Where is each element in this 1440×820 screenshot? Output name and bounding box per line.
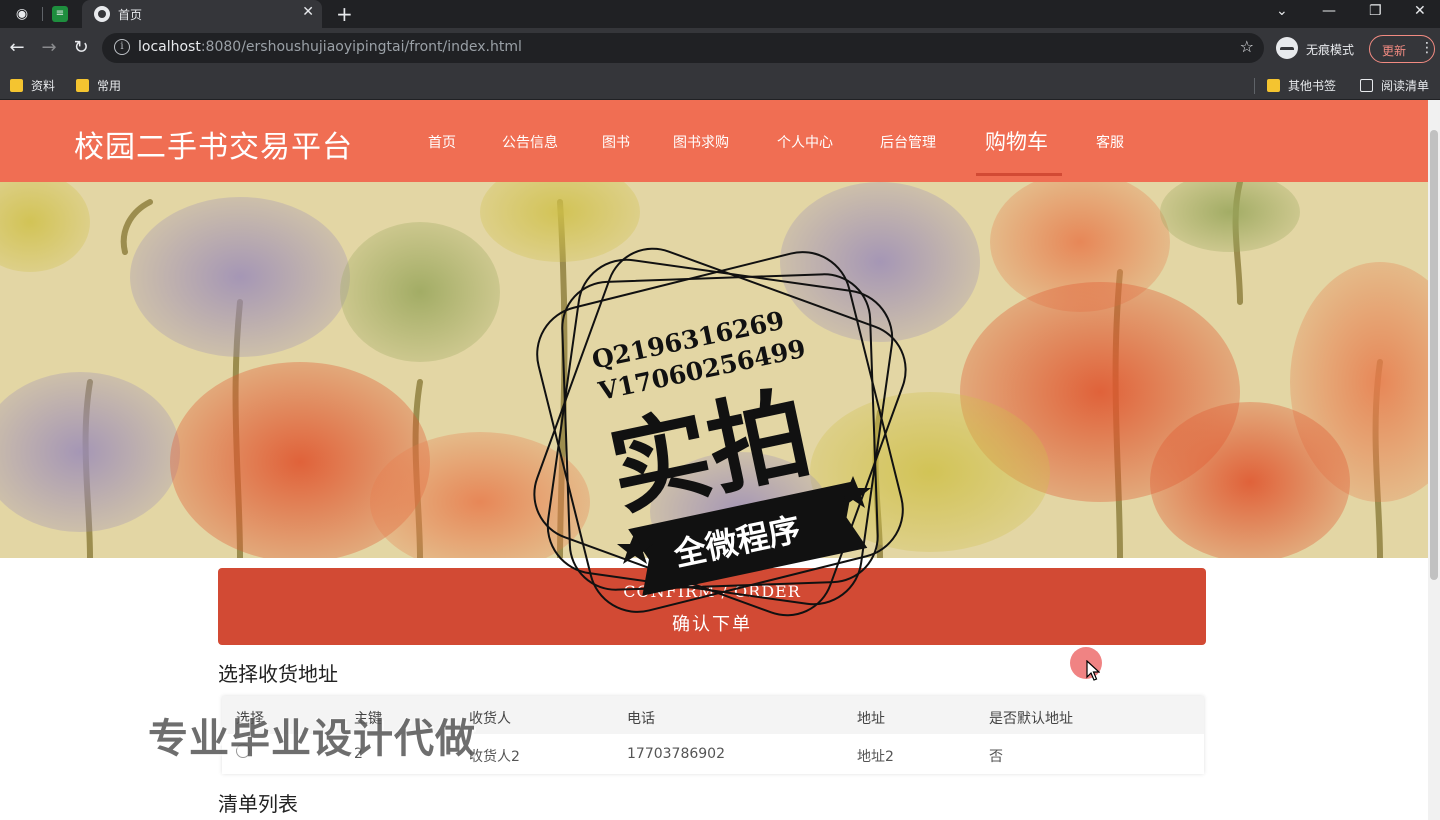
- page-scrollbar[interactable]: [1428, 100, 1440, 820]
- mouse-cursor-icon: [1086, 660, 1100, 681]
- close-window-button[interactable]: ✕: [1414, 3, 1426, 19]
- watermark-text: 专业毕业设计代做: [148, 716, 476, 762]
- tab-title: 首页: [118, 8, 143, 22]
- scrollbar-thumb[interactable]: [1430, 130, 1438, 580]
- bookmark-folder-资料[interactable]: 资料: [10, 77, 55, 93]
- cell-address: 地址2: [857, 749, 894, 765]
- tab-search-icon[interactable]: ⌄: [1276, 3, 1288, 19]
- address-section-title: 选择收货地址: [218, 662, 338, 686]
- cell-default: 否: [989, 749, 1003, 765]
- col-phone: 电话: [627, 711, 655, 727]
- minimize-button[interactable]: —: [1322, 3, 1336, 19]
- nav-announcements[interactable]: 公告信息: [502, 132, 558, 152]
- close-tab-icon[interactable]: ✕: [302, 4, 314, 20]
- bookmarks-divider: [1254, 78, 1255, 94]
- incognito-icon: [1276, 37, 1298, 59]
- bookmark-folder-常用[interactable]: 常用: [76, 77, 121, 93]
- sheets-tab-icon[interactable]: ≡: [52, 6, 68, 22]
- reload-icon[interactable]: ↻: [70, 37, 92, 58]
- nav-home[interactable]: 首页: [428, 132, 456, 152]
- update-label: 更新: [1382, 44, 1407, 58]
- nav-books[interactable]: 图书: [602, 132, 630, 152]
- col-address: 地址: [857, 711, 885, 727]
- tab-divider: [42, 7, 43, 21]
- folder-icon: [10, 79, 23, 92]
- more-menu-icon[interactable]: ⋮: [1420, 40, 1434, 56]
- bookmarks-bar: 资料 常用 其他书签 阅读清单: [0, 70, 1440, 100]
- folder-icon: [76, 79, 89, 92]
- other-bookmarks[interactable]: 其他书签: [1267, 77, 1336, 93]
- list-section-title: 清单列表: [218, 792, 298, 816]
- update-button[interactable]: 更新 ⋮: [1369, 35, 1435, 63]
- url-text[interactable]: localhost:8080/ershoushujiaoyipingtai/fr…: [138, 39, 522, 55]
- cell-phone: 17703786902: [627, 746, 725, 762]
- nav-cart[interactable]: 购物车: [985, 126, 1048, 156]
- promo-stamp-overlay: Q2196316269 V17060256499 实拍 全微程序: [520, 236, 920, 628]
- nav-admin[interactable]: 后台管理: [880, 132, 936, 152]
- reading-list[interactable]: 阅读清单: [1360, 77, 1429, 93]
- nav-book-requests[interactable]: 图书求购: [673, 132, 729, 152]
- browser-tab-strip: ◉ ≡ 首页 ✕ + ⌄ — ❐ ✕: [0, 0, 1440, 28]
- bookmark-star-icon[interactable]: ☆: [1240, 37, 1254, 56]
- nav-customer-service[interactable]: 客服: [1096, 132, 1124, 152]
- tab-home[interactable]: 首页 ✕: [82, 0, 322, 28]
- address-bar[interactable]: i localhost:8080/ershoushujiaoyipingtai/…: [102, 33, 1264, 63]
- forward-icon[interactable]: →: [38, 37, 60, 58]
- restore-button[interactable]: ❐: [1369, 3, 1382, 19]
- new-tab-button[interactable]: +: [336, 2, 353, 26]
- col-default: 是否默认地址: [989, 711, 1073, 727]
- browser-menu-icon[interactable]: ◉: [12, 4, 32, 24]
- active-nav-underline: [976, 173, 1062, 176]
- reading-list-icon: [1360, 79, 1373, 92]
- back-icon[interactable]: ←: [6, 37, 28, 58]
- incognito-indicator[interactable]: 无痕模式: [1276, 36, 1364, 62]
- incognito-label: 无痕模式: [1306, 43, 1355, 57]
- site-info-icon[interactable]: i: [114, 39, 130, 55]
- cell-receiver: 收货人2: [469, 749, 520, 765]
- folder-icon: [1267, 79, 1280, 92]
- nav-personal-center[interactable]: 个人中心: [777, 132, 833, 152]
- browser-toolbar: ← → ↻ i localhost:8080/ershoushujiaoyipi…: [0, 28, 1440, 70]
- globe-icon: [94, 6, 110, 22]
- site-title[interactable]: 校园二手书交易平台: [74, 122, 353, 166]
- site-header: 校园二手书交易平台 首页 公告信息 图书 图书求购 个人中心 后台管理 购物车 …: [0, 100, 1428, 182]
